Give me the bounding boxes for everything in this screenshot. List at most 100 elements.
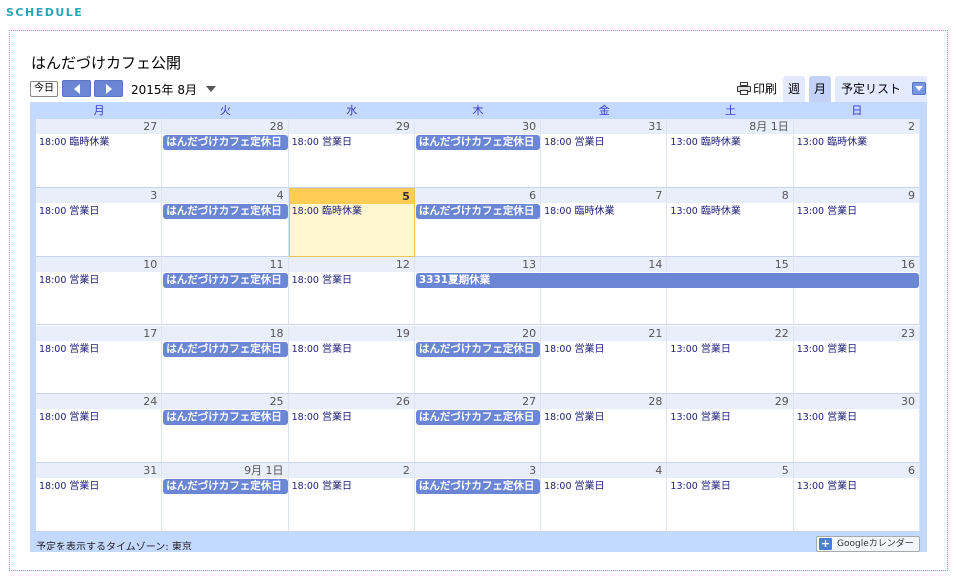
timed-event[interactable]: 18:00 臨時休業 bbox=[544, 205, 614, 219]
day-number[interactable]: 25 bbox=[162, 394, 288, 410]
timed-event[interactable]: 13:00 営業日 bbox=[797, 343, 857, 357]
day-number[interactable]: 4 bbox=[162, 187, 288, 203]
day-number[interactable]: 7 bbox=[541, 187, 667, 203]
timed-event[interactable]: 13:00 営業日 bbox=[670, 343, 730, 357]
day-cell[interactable]: 30 bbox=[793, 394, 920, 464]
timed-event[interactable]: 13:00 臨時休業 bbox=[797, 136, 867, 150]
timed-event[interactable]: 13:00 営業日 bbox=[797, 205, 857, 219]
day-number[interactable]: 30 bbox=[793, 394, 919, 410]
timed-event[interactable]: 18:00 営業日 bbox=[292, 136, 352, 150]
timed-event[interactable]: 18:00 臨時休業 bbox=[292, 205, 362, 219]
day-number[interactable]: 31 bbox=[541, 119, 667, 134]
day-number[interactable]: 30 bbox=[414, 119, 541, 134]
day-cell[interactable]: 26 bbox=[288, 394, 415, 464]
timed-event[interactable]: 18:00 営業日 bbox=[39, 274, 99, 288]
day-cell[interactable]: 17 bbox=[36, 325, 163, 395]
day-number[interactable]: 17 bbox=[36, 325, 162, 341]
day-cell[interactable]: 22 bbox=[667, 325, 794, 395]
day-cell[interactable]: 9月 1日 bbox=[162, 463, 289, 532]
day-number[interactable]: 20 bbox=[414, 325, 541, 341]
day-cell[interactable]: 29 bbox=[288, 119, 415, 188]
next-month-button[interactable] bbox=[94, 80, 123, 97]
day-cell[interactable]: 5 bbox=[288, 187, 415, 257]
day-number[interactable]: 14 bbox=[541, 256, 667, 272]
day-number[interactable]: 28 bbox=[162, 119, 288, 134]
all-day-event[interactable]: はんだづけカフェ定休日 bbox=[163, 203, 288, 219]
day-number[interactable]: 4 bbox=[541, 463, 667, 479]
day-number[interactable]: 2 bbox=[288, 463, 414, 479]
day-number[interactable]: 29 bbox=[288, 119, 414, 134]
day-cell[interactable]: 5 bbox=[667, 463, 794, 532]
tab-month[interactable]: 月 bbox=[809, 76, 831, 102]
day-number[interactable]: 10 bbox=[36, 256, 162, 272]
day-cell[interactable]: 10 bbox=[36, 256, 163, 326]
all-day-event[interactable]: はんだづけカフェ定休日 bbox=[415, 479, 541, 495]
all-day-event[interactable]: 3331夏期休業 bbox=[415, 272, 919, 288]
all-day-event[interactable]: はんだづけカフェ定休日 bbox=[415, 135, 541, 150]
day-number[interactable]: 16 bbox=[793, 256, 919, 272]
day-cell[interactable]: 7 bbox=[541, 187, 668, 257]
day-cell[interactable]: 18 bbox=[162, 325, 289, 395]
day-cell[interactable]: 13 bbox=[414, 256, 542, 326]
all-day-event[interactable]: はんだづけカフェ定休日 bbox=[163, 410, 288, 426]
all-day-event[interactable]: はんだづけカフェ定休日 bbox=[163, 479, 288, 495]
day-number[interactable]: 3 bbox=[414, 463, 541, 479]
day-number[interactable]: 23 bbox=[793, 325, 919, 341]
day-cell[interactable]: 11 bbox=[162, 256, 289, 326]
day-cell[interactable]: 14 bbox=[541, 256, 668, 326]
timed-event[interactable]: 18:00 営業日 bbox=[292, 480, 352, 494]
timed-event[interactable]: 13:00 臨時休業 bbox=[670, 205, 740, 219]
all-day-event[interactable]: はんだづけカフェ定休日 bbox=[163, 135, 288, 150]
timed-event[interactable]: 18:00 営業日 bbox=[39, 480, 99, 494]
timed-event[interactable]: 18:00 営業日 bbox=[544, 136, 604, 150]
day-number[interactable]: 2 bbox=[793, 119, 919, 134]
day-cell[interactable]: 29 bbox=[667, 394, 794, 464]
all-day-event[interactable]: はんだづけカフェ定休日 bbox=[163, 341, 288, 357]
prev-month-button[interactable] bbox=[62, 80, 91, 97]
day-number[interactable]: 21 bbox=[541, 325, 667, 341]
day-cell[interactable]: 21 bbox=[541, 325, 668, 395]
day-number[interactable]: 13 bbox=[414, 256, 541, 272]
day-number[interactable]: 5 bbox=[667, 463, 793, 479]
timed-event[interactable]: 18:00 営業日 bbox=[39, 343, 99, 357]
timed-event[interactable]: 18:00 営業日 bbox=[544, 343, 604, 357]
day-cell[interactable]: 28 bbox=[541, 394, 668, 464]
day-cell[interactable]: 12 bbox=[288, 256, 415, 326]
day-number[interactable]: 19 bbox=[288, 325, 414, 341]
timed-event[interactable]: 18:00 営業日 bbox=[292, 411, 352, 425]
day-number[interactable]: 22 bbox=[667, 325, 793, 341]
day-cell[interactable]: 31 bbox=[541, 119, 668, 188]
chevron-down-icon[interactable] bbox=[206, 86, 216, 92]
day-number[interactable]: 9月 1日 bbox=[162, 463, 288, 479]
tab-week[interactable]: 週 bbox=[783, 76, 805, 102]
day-cell[interactable]: 4 bbox=[162, 187, 289, 257]
day-number[interactable]: 31 bbox=[36, 463, 162, 479]
timed-event[interactable]: 18:00 営業日 bbox=[39, 205, 99, 219]
all-day-event[interactable]: はんだづけカフェ定休日 bbox=[415, 203, 541, 219]
day-cell[interactable]: 2 bbox=[793, 119, 920, 188]
day-cell[interactable]: 9 bbox=[793, 187, 920, 257]
print-link[interactable]: 印刷 bbox=[737, 80, 777, 97]
day-cell[interactable]: 20 bbox=[414, 325, 542, 395]
day-number[interactable]: 6 bbox=[414, 187, 541, 203]
day-number[interactable]: 8 bbox=[667, 187, 793, 203]
timed-event[interactable]: 13:00 営業日 bbox=[797, 480, 857, 494]
all-day-event[interactable]: はんだづけカフェ定休日 bbox=[415, 341, 541, 357]
timed-event[interactable]: 18:00 営業日 bbox=[292, 343, 352, 357]
day-number[interactable]: 3 bbox=[36, 187, 162, 203]
day-number[interactable]: 9 bbox=[793, 187, 919, 203]
day-number[interactable]: 24 bbox=[36, 394, 162, 410]
all-day-event[interactable]: はんだづけカフェ定休日 bbox=[415, 410, 541, 426]
day-number[interactable]: 15 bbox=[667, 256, 793, 272]
current-month-label[interactable]: 2015年 8月 bbox=[131, 81, 197, 98]
day-cell[interactable]: 19 bbox=[288, 325, 415, 395]
all-day-event[interactable]: はんだづけカフェ定休日 bbox=[163, 272, 288, 288]
day-cell[interactable]: 16 bbox=[793, 256, 920, 326]
timed-event[interactable]: 18:00 営業日 bbox=[39, 411, 99, 425]
day-cell[interactable]: 3 bbox=[36, 187, 163, 257]
day-number[interactable]: 27 bbox=[36, 119, 162, 134]
day-cell[interactable]: 6 bbox=[793, 463, 920, 532]
day-number[interactable]: 11 bbox=[162, 256, 288, 272]
day-cell[interactable]: 23 bbox=[793, 325, 920, 395]
day-cell[interactable]: 27 bbox=[36, 119, 163, 188]
